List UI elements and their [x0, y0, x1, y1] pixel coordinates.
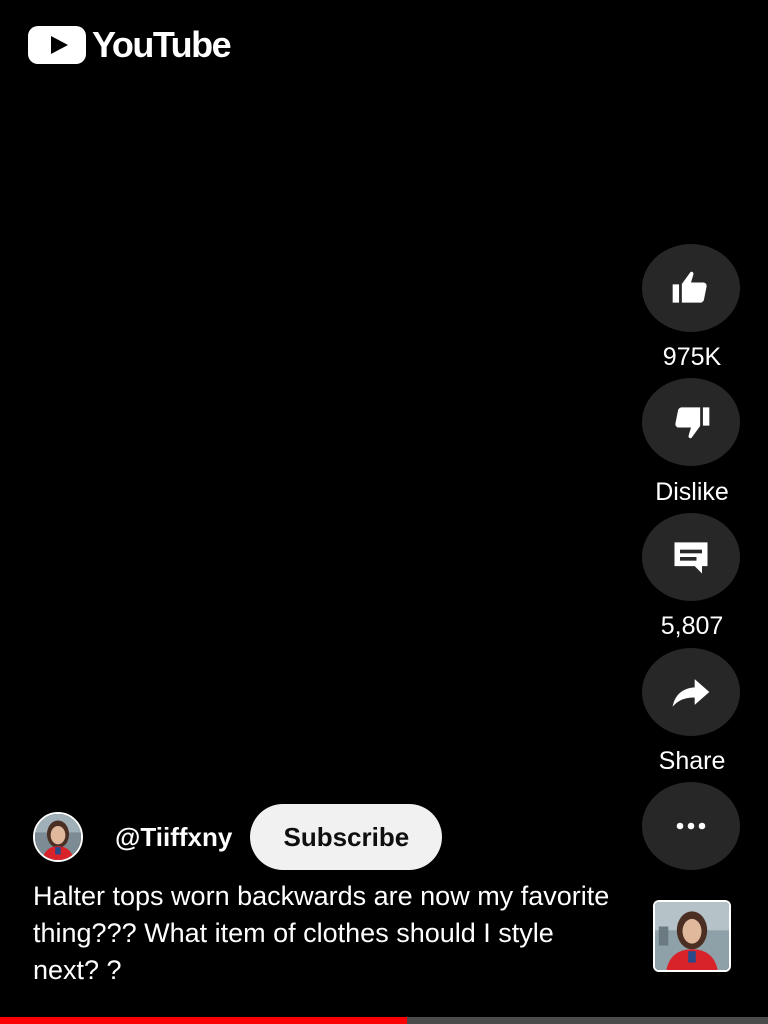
video-caption[interactable]: Halter tops worn backwards are now my fa…	[33, 878, 613, 989]
like-button[interactable]	[642, 244, 740, 332]
thumbnail-image	[655, 902, 729, 970]
youtube-logo[interactable]: YouTube	[28, 24, 232, 65]
youtube-wordmark: YouTube	[92, 24, 232, 65]
like-count: 975K	[662, 343, 722, 371]
thumbs-down-icon	[675, 407, 710, 439]
channel-handle[interactable]: @Tiiffxny	[115, 822, 232, 852]
sound-thumbnail[interactable]	[653, 900, 731, 972]
comment-count: 5,807	[660, 612, 724, 640]
more-horizontal-icon	[676, 822, 706, 830]
more-options-button[interactable]	[642, 782, 740, 870]
dislike-label: Dislike	[655, 478, 729, 506]
avatar-image	[35, 814, 81, 860]
playback-progress-bar[interactable]	[0, 1017, 768, 1024]
progress-played	[0, 1017, 408, 1024]
channel-row: @Tiiffxny Subscribe	[33, 804, 443, 870]
dislike-button[interactable]	[642, 378, 740, 466]
subscribe-button[interactable]: Subscribe	[250, 804, 443, 870]
share-label: Share	[658, 747, 726, 775]
thumbs-up-icon	[672, 271, 707, 303]
comments-button[interactable]	[642, 513, 740, 601]
share-arrow-icon	[672, 679, 710, 707]
share-button[interactable]	[642, 648, 740, 736]
youtube-play-icon	[28, 26, 86, 64]
comment-icon	[674, 542, 708, 574]
channel-avatar[interactable]	[33, 812, 83, 862]
